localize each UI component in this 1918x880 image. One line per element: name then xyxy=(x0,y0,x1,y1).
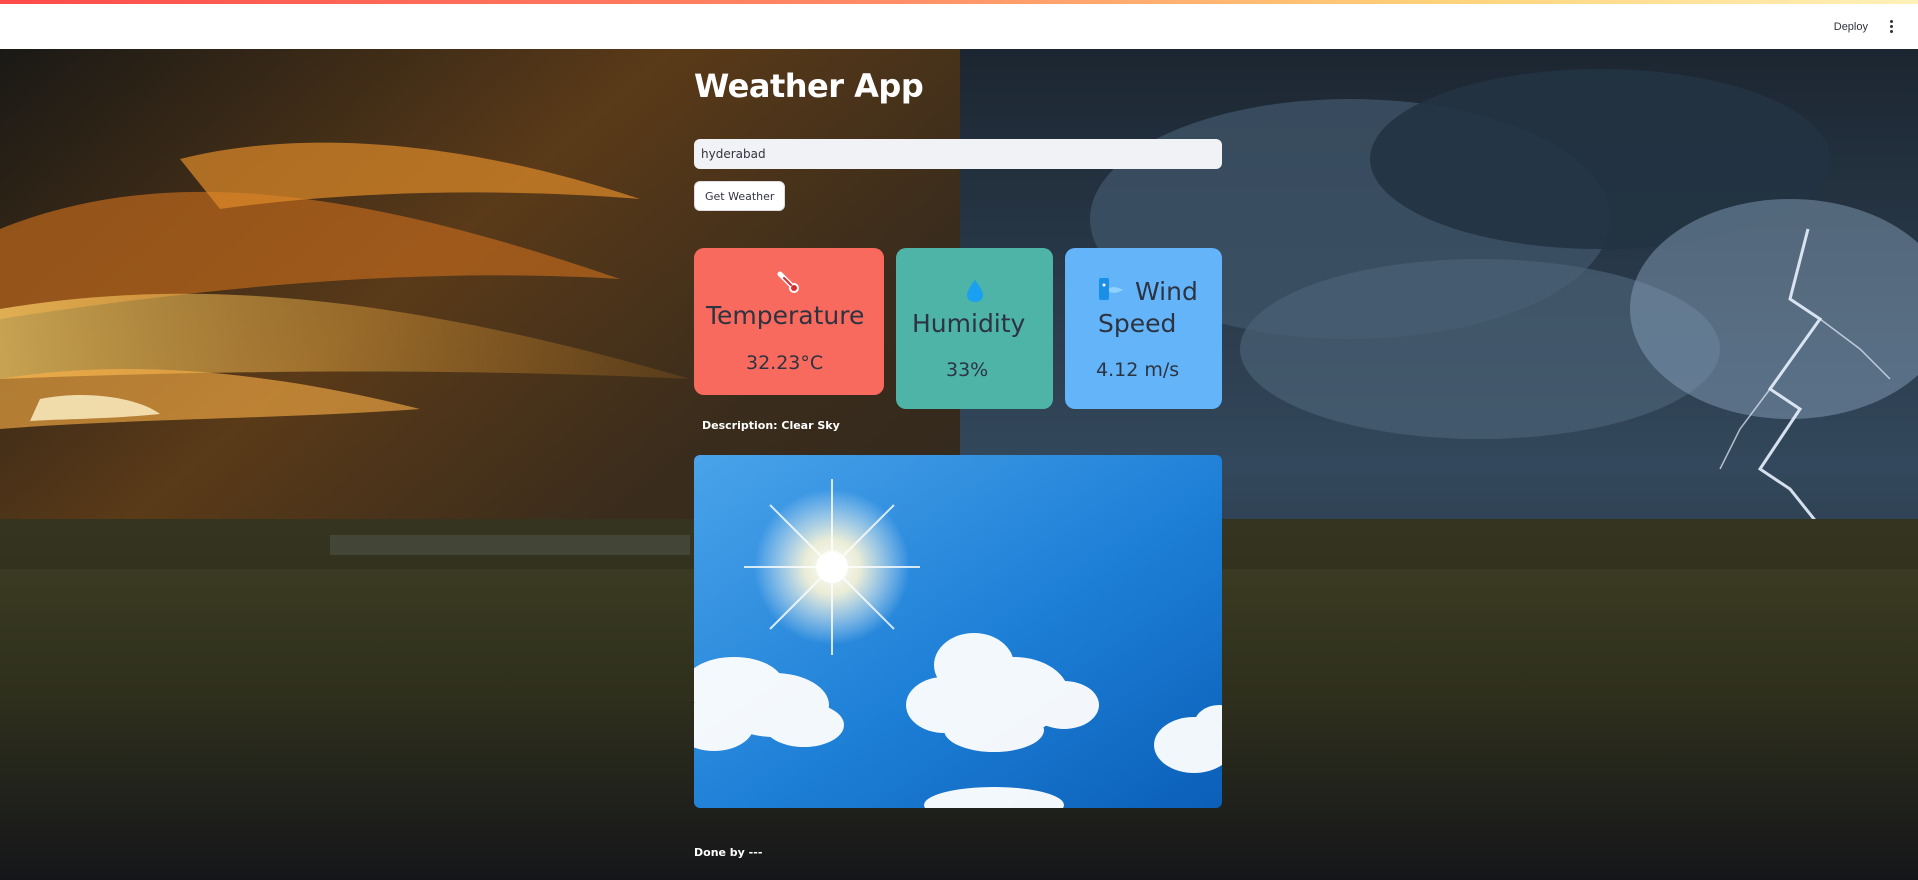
wind-label-line1: Wind xyxy=(1135,277,1198,306)
page-title: Weather App xyxy=(694,67,924,105)
wind-card: Wind Speed 4.12 m/s xyxy=(1065,248,1222,409)
deploy-button[interactable]: Deploy xyxy=(1824,15,1878,39)
weather-image xyxy=(694,455,1222,808)
app-header: Deploy xyxy=(0,4,1918,49)
wind-value: 4.12 m/s xyxy=(1096,359,1180,381)
weather-description: Description: Clear Sky xyxy=(702,419,840,432)
humidity-card: Humidity 33% xyxy=(896,248,1053,409)
temperature-value: 32.23°C xyxy=(746,352,824,374)
temperature-label: Temperature xyxy=(706,301,865,330)
vertical-dots-icon[interactable] xyxy=(1878,14,1904,40)
city-input[interactable] xyxy=(694,139,1222,169)
temperature-card: Temperature 32.23°C xyxy=(694,248,884,395)
water-drop-icon xyxy=(967,280,983,302)
humidity-label: Humidity xyxy=(912,309,1026,338)
wind-face-icon xyxy=(1099,278,1123,300)
thermometer-icon xyxy=(777,271,799,293)
wind-label-line2: Speed xyxy=(1098,309,1177,338)
done-by-label: Done by --- xyxy=(694,846,763,859)
humidity-value: 33% xyxy=(946,359,989,381)
get-weather-button[interactable]: Get Weather xyxy=(694,181,786,211)
sunny-sky-icon xyxy=(694,455,1222,808)
